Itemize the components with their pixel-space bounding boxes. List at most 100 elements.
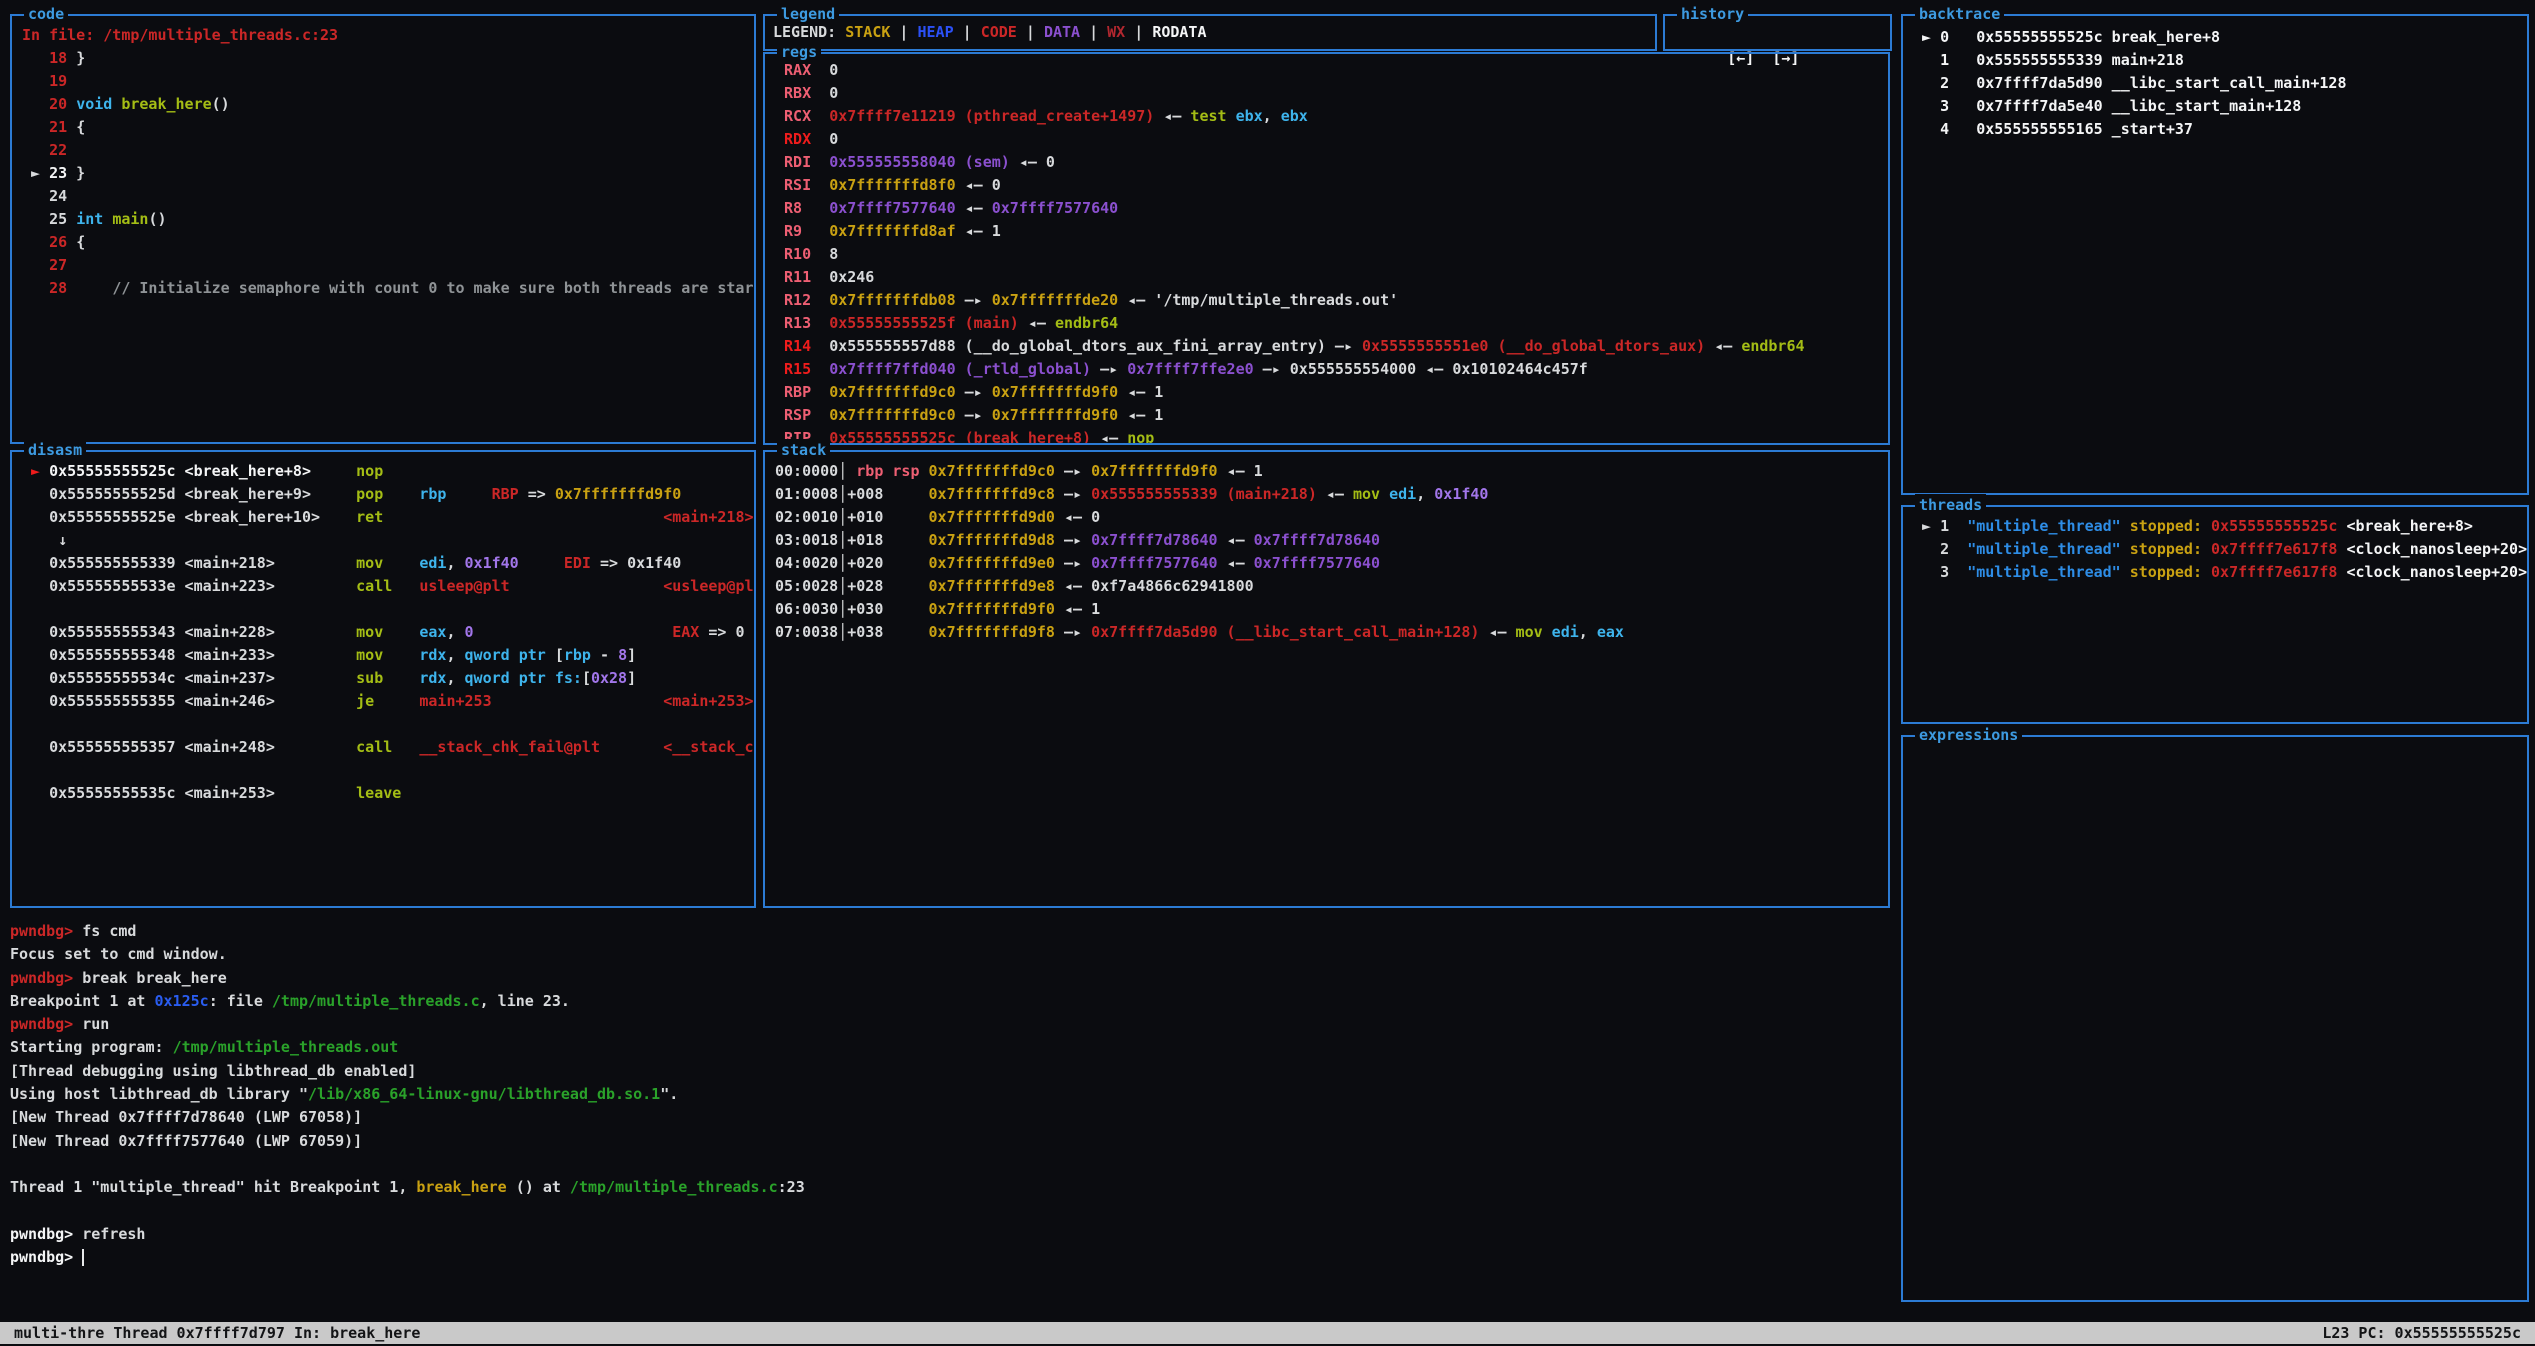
expressions-panel-title: expressions [1915, 724, 2022, 747]
stack-listing: 00:0000│ rbp rsp 0x7fffffffd9c0 —▸ 0x7ff… [765, 452, 1888, 906]
disassembly-listing-line: ► 0x55555555525c <break_here+8> nop [22, 460, 744, 483]
status-bar-left: multi-thre Thread 0x7ffff7d797 In: break… [14, 1322, 420, 1344]
backtrace-list-line: 1 0x555555555339 main+218 [1913, 49, 2517, 72]
gdb-console-line: pwndbg> break break_here [10, 967, 1890, 990]
registers-list-line: RDI 0x555555558040 (sem) ◂— 0 [775, 151, 1878, 174]
stack-listing-line: 02:0010│+010 0x7fffffffd9d0 ◂— 0 [775, 506, 1878, 529]
registers-list-line: R10 8 [775, 243, 1878, 266]
expressions-panel: expressions [1901, 735, 2529, 1302]
registers-list-line: R15 0x7ffff7ffd040 (_rtld_global) —▸ 0x7… [775, 358, 1878, 381]
registers-list-line: R8 0x7ffff7577640 ◂— 0x7ffff7577640 [775, 197, 1878, 220]
backtrace-panel-title: backtrace [1915, 3, 2004, 26]
registers-list-line: RBX 0 [775, 82, 1878, 105]
stack-listing-line: 06:0030│+030 0x7fffffffd9f0 ◂— 1 [775, 598, 1878, 621]
registers-list-line: R9 0x7fffffffd8af ◂— 1 [775, 220, 1878, 243]
threads-panel: threads ► 1 "multiple_thread" stopped: 0… [1901, 505, 2529, 724]
registers-list-line: R11 0x246 [775, 266, 1878, 289]
disassembly-listing-line: 0x55555555525d <break_here+9> pop rbp RB… [22, 483, 744, 506]
code-source-view-line: 20 void break_here() [22, 93, 744, 116]
code-source-view-line: 22 [22, 139, 744, 162]
backtrace-panel: backtrace ► 0 0x55555555525c break_here+… [1901, 14, 2529, 495]
threads-list-line: 2 "multiple_thread" stopped: 0x7ffff7e61… [1913, 538, 2517, 561]
disassembly-panel: disasm ► 0x55555555525c <break_here+8> n… [10, 450, 756, 908]
gdb-console-line: pwndbg> refresh [10, 1223, 1890, 1246]
gdb-console[interactable]: pwndbg> fs cmdFocus set to cmd window.pw… [10, 920, 1890, 1269]
disassembly-listing-line: 0x555555555339 <main+218> mov edi, 0x1f4… [22, 552, 744, 575]
disassembly-listing-line: 0x555555555348 <main+233> mov rdx, qword… [22, 644, 744, 667]
gdb-console-line: [Thread debugging using libthread_db ena… [10, 1060, 1890, 1083]
registers-list-line: R14 0x555555557d88 (__do_global_dtors_au… [775, 335, 1878, 358]
disassembly-listing-line: 0x55555555525e <break_here+10> ret <main… [22, 506, 744, 529]
backtrace-list-line: 3 0x7ffff7da5e40 __libc_start_main+128 [1913, 95, 2517, 118]
disassembly-panel-title: disasm [24, 439, 86, 462]
code-source-view-line: ► 23 } [22, 162, 744, 185]
disassembly-listing-line [22, 759, 744, 782]
disassembly-listing-line: 0x555555555355 <main+246> je main+253 <m… [22, 690, 744, 713]
gdb-console-line: pwndbg> fs cmd [10, 920, 1890, 943]
legend-row-line: LEGEND: STACK | HEAP | CODE | DATA | WX … [773, 19, 1647, 45]
gdb-console-line: Focus set to cmd window. [10, 943, 1890, 966]
gdb-console-line: pwndbg> [10, 1246, 1890, 1269]
code-source-view-line: 28 // Initialize semaphore with count 0 … [22, 277, 744, 300]
code-source-view: In file: /tmp/multiple_threads.c:23 18 }… [12, 16, 754, 442]
backtrace-list: ► 0 0x55555555525c break_here+8 1 0x5555… [1903, 16, 2527, 493]
gdb-console-line: Breakpoint 1 at 0x125c: file /tmp/multip… [10, 990, 1890, 1013]
threads-list-line: ► 1 "multiple_thread" stopped: 0x5555555… [1913, 515, 2517, 538]
history-panel: history [←] [→] [1663, 14, 1892, 51]
registers-list-line: RCX 0x7ffff7e11219 (pthread_create+1497)… [775, 105, 1878, 128]
history-panel-title: history [1677, 3, 1748, 26]
disassembly-listing-line [22, 598, 744, 621]
stack-listing-line: 05:0028│+028 0x7fffffffd9e8 ◂— 0xf7a4866… [775, 575, 1878, 598]
registers-list-line: R13 0x55555555525f (main) ◂— endbr64 [775, 312, 1878, 335]
threads-panel-title: threads [1915, 494, 1986, 517]
threads-list-line: 3 "multiple_thread" stopped: 0x7ffff7e61… [1913, 561, 2517, 584]
backtrace-list-line: 2 0x7ffff7da5d90 __libc_start_call_main+… [1913, 72, 2517, 95]
status-bar: multi-thre Thread 0x7ffff7d797 In: break… [0, 1322, 2535, 1344]
gdb-console-line: Starting program: /tmp/multiple_threads.… [10, 1036, 1890, 1059]
stack-listing-line: 03:0018│+018 0x7fffffffd9d8 —▸ 0x7ffff7d… [775, 529, 1878, 552]
legend-row: LEGEND: STACK | HEAP | CODE | DATA | WX … [765, 16, 1655, 48]
code-source-view-line: 25 int main() [22, 208, 744, 231]
stack-listing-line: 07:0038│+038 0x7fffffffd9f8 —▸ 0x7ffff7d… [775, 621, 1878, 644]
code-source-view-line: 27 [22, 254, 744, 277]
backtrace-list-line: 4 0x555555555165 _start+37 [1913, 118, 2517, 141]
gdb-console-line [10, 1153, 1890, 1176]
code-source-view-line: 24 [22, 185, 744, 208]
registers-list-line: R12 0x7fffffffdb08 —▸ 0x7fffffffde20 ◂— … [775, 289, 1878, 312]
registers-panel: regs RAX 0 RBX 0 RCX 0x7ffff7e11219 (pth… [763, 52, 1890, 445]
gdb-console-line: Thread 1 "multiple_thread" hit Breakpoin… [10, 1176, 1890, 1199]
stack-listing-line: 01:0008│+008 0x7fffffffd9c8 —▸ 0x5555555… [775, 483, 1878, 506]
legend-panel-title: legend [777, 3, 839, 26]
backtrace-list-line: ► 0 0x55555555525c break_here+8 [1913, 26, 2517, 49]
gdb-console-line: [New Thread 0x7ffff7577640 (LWP 67059)] [10, 1130, 1890, 1153]
stack-panel-title: stack [777, 439, 830, 462]
registers-list-line: RSP 0x7fffffffd9c0 —▸ 0x7fffffffd9f0 ◂— … [775, 404, 1878, 427]
disassembly-listing-line: 0x55555555534c <main+237> sub rdx, qword… [22, 667, 744, 690]
registers-list-line: RBP 0x7fffffffd9c0 —▸ 0x7fffffffd9f0 ◂— … [775, 381, 1878, 404]
disassembly-listing-line: 0x555555555357 <main+248> call __stack_c… [22, 736, 744, 759]
stack-listing-line: 00:0000│ rbp rsp 0x7fffffffd9c0 —▸ 0x7ff… [775, 460, 1878, 483]
gdb-console-line: pwndbg> run [10, 1013, 1890, 1036]
console-cursor [82, 1249, 84, 1266]
pwndbg-debugger-screen: code In file: /tmp/multiple_threads.c:23… [0, 0, 2535, 1346]
gdb-console-line: [New Thread 0x7ffff7d78640 (LWP 67058)] [10, 1106, 1890, 1129]
registers-list: RAX 0 RBX 0 RCX 0x7ffff7e11219 (pthread_… [765, 54, 1888, 443]
gdb-console-line [10, 1200, 1890, 1223]
code-panel: code In file: /tmp/multiple_threads.c:23… [10, 14, 756, 444]
registers-list-line: RAX 0 [775, 59, 1878, 82]
status-bar-right: L23 PC: 0x55555555525c [2322, 1322, 2521, 1344]
disassembly-listing-line: 0x55555555533e <main+223> call usleep@pl… [22, 575, 744, 598]
code-source-view-line: 18 } [22, 47, 744, 70]
stack-listing-line: 04:0020│+020 0x7fffffffd9e0 —▸ 0x7ffff75… [775, 552, 1878, 575]
legend-panel: legend LEGEND: STACK | HEAP | CODE | DAT… [763, 14, 1657, 51]
registers-list-line: RSI 0x7fffffffd8f0 ◂— 0 [775, 174, 1878, 197]
registers-list-line: RDX 0 [775, 128, 1878, 151]
gdb-console-line: Using host libthread_db library "/lib/x8… [10, 1083, 1890, 1106]
code-source-view-line: 19 [22, 70, 744, 93]
stack-panel: stack 00:0000│ rbp rsp 0x7fffffffd9c0 —▸… [763, 450, 1890, 908]
disassembly-listing-line [22, 713, 744, 736]
disassembly-listing-line: 0x555555555343 <main+228> mov eax, 0 EAX… [22, 621, 744, 644]
registers-panel-title: regs [777, 41, 821, 64]
disassembly-listing-line: ↓ [22, 529, 744, 552]
code-source-view-line: 21 { [22, 116, 744, 139]
